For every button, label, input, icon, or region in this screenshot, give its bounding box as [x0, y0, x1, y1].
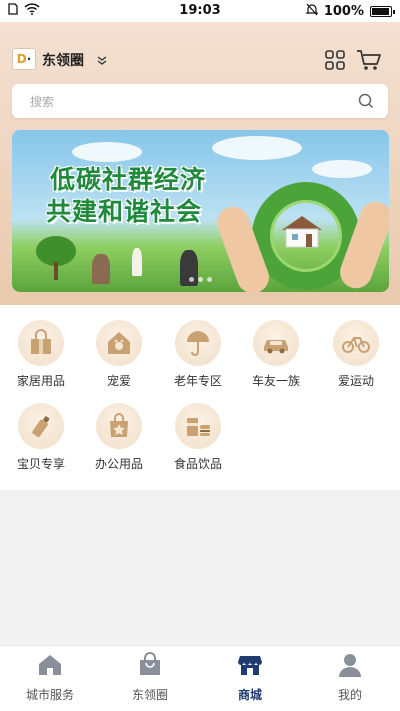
bag-icon — [137, 652, 163, 682]
cart-icon[interactable] — [356, 48, 382, 76]
banner-cloud — [212, 136, 302, 160]
grid-icon[interactable] — [324, 49, 346, 75]
chevron-down-icon[interactable] — [96, 51, 108, 70]
category-label: 宝贝专享 — [16, 457, 65, 471]
top-bar: D · 东领圈 — [12, 46, 388, 72]
status-right: 100% — [305, 3, 395, 20]
battery-fill — [372, 8, 389, 15]
banner-cloud — [312, 160, 372, 178]
banner-pagination — [12, 267, 389, 286]
category-label: 办公用品 — [94, 457, 143, 471]
banner-house — [282, 216, 322, 248]
tab-city-services[interactable]: 城市服务 — [0, 652, 100, 703]
bottom-tab-bar: 城市服务 东领圈 商城 我的 — [0, 645, 400, 711]
food-drink-icon — [175, 403, 221, 449]
category-label: 老年专区 — [173, 374, 222, 388]
category-car[interactable]: 车友一族 — [246, 320, 306, 389]
category-elderly[interactable]: 老年专区 — [168, 320, 228, 389]
banner-tree — [36, 236, 76, 280]
promo-banner[interactable]: 低碳社群经济 共建和谐社会 — [12, 130, 389, 292]
category-grid: 家居用品 宠爱 老年专区 车友一族 爱运动 宝贝专享 办公用品 食品饮品 — [0, 305, 400, 490]
tab-label: 东领圈 — [131, 688, 168, 702]
category-label: 家居用品 — [16, 374, 65, 388]
category-label: 食品饮品 — [173, 457, 222, 471]
search-input[interactable]: 搜索 — [30, 93, 54, 110]
battery-icon — [370, 6, 395, 17]
search-bar[interactable]: 搜索 — [12, 84, 388, 118]
user-icon — [337, 654, 363, 682]
banner-headline-1: 低碳社群经济 — [50, 165, 207, 194]
mute-icon — [305, 3, 319, 20]
tab-mine[interactable]: 我的 — [300, 652, 400, 703]
shopping-bag-star-icon — [96, 403, 142, 449]
tab-mall[interactable]: 商城 — [200, 652, 300, 703]
home-icon — [37, 655, 63, 682]
category-label: 车友一族 — [251, 374, 300, 388]
bicycle-icon — [333, 320, 379, 366]
category-pets[interactable]: 宠爱 — [89, 320, 149, 389]
pet-house-icon — [96, 320, 142, 366]
banner-headline-2: 共建和谐社会 — [46, 197, 203, 226]
status-bar: 19:03 100% — [0, 0, 400, 22]
category-office[interactable]: 办公用品 — [89, 403, 149, 472]
tab-label: 商城 — [237, 688, 262, 702]
hero-header: D · 东领圈 搜索 低碳社群经济 共建和谐社会 — [0, 22, 400, 305]
baby-bottle-icon — [18, 403, 64, 449]
tab-dongling-circle[interactable]: 东领圈 — [100, 652, 200, 703]
banner-cloud — [72, 142, 142, 162]
umbrella-elder-icon — [175, 320, 221, 366]
tab-label: 我的 — [337, 688, 362, 702]
category-food[interactable]: 食品饮品 — [168, 403, 228, 472]
search-icon[interactable] — [358, 93, 374, 113]
app-logo[interactable]: D · — [12, 48, 36, 70]
category-home-goods[interactable]: 家居用品 — [11, 320, 71, 389]
category-baby[interactable]: 宝贝专享 — [11, 403, 71, 472]
store-icon — [237, 656, 263, 682]
battery-percent: 100% — [323, 4, 364, 19]
category-sports[interactable]: 爱运动 — [326, 320, 386, 389]
community-selector-label[interactable]: 东领圈 — [42, 50, 84, 70]
category-label: 爱运动 — [337, 374, 374, 388]
car-icon — [253, 320, 299, 366]
category-label: 宠爱 — [106, 374, 131, 388]
gift-bag-icon — [18, 320, 64, 366]
tab-label: 城市服务 — [25, 688, 74, 702]
